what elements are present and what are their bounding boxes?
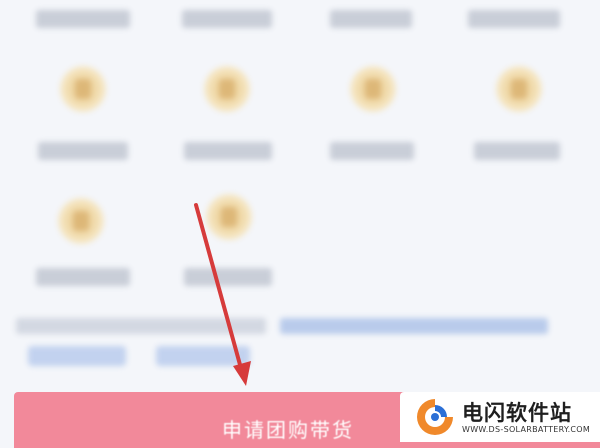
info-text xyxy=(16,318,266,334)
watermark-title: 电闪软件站 xyxy=(462,401,572,425)
gift-icon[interactable] xyxy=(350,66,396,112)
item-label[interactable] xyxy=(36,268,130,286)
tag-chip[interactable] xyxy=(28,346,126,366)
apply-group-buy-label: 申请团购带货 xyxy=(222,418,354,442)
gift-icon[interactable] xyxy=(206,194,252,240)
item-label[interactable] xyxy=(184,268,272,286)
gift-icon[interactable] xyxy=(58,198,104,244)
item-label[interactable] xyxy=(36,10,130,28)
item-label[interactable] xyxy=(38,142,128,160)
item-label[interactable] xyxy=(468,10,560,28)
item-label[interactable] xyxy=(330,142,414,160)
info-link[interactable] xyxy=(280,318,548,334)
item-label[interactable] xyxy=(474,142,560,160)
item-label[interactable] xyxy=(182,10,272,28)
watermark: 电闪软件站 WWW.DS-SOLARBATTERY.COM xyxy=(400,392,600,442)
gift-icon[interactable] xyxy=(204,66,250,112)
item-label[interactable] xyxy=(184,142,272,160)
watermark-url: WWW.DS-SOLARBATTERY.COM xyxy=(462,425,591,434)
blurred-content xyxy=(0,0,600,442)
tag-chip[interactable] xyxy=(156,346,250,366)
item-label[interactable] xyxy=(330,10,412,28)
gift-icon[interactable] xyxy=(60,66,106,112)
lightning-logo-icon xyxy=(417,399,453,435)
gift-icon[interactable] xyxy=(496,66,542,112)
